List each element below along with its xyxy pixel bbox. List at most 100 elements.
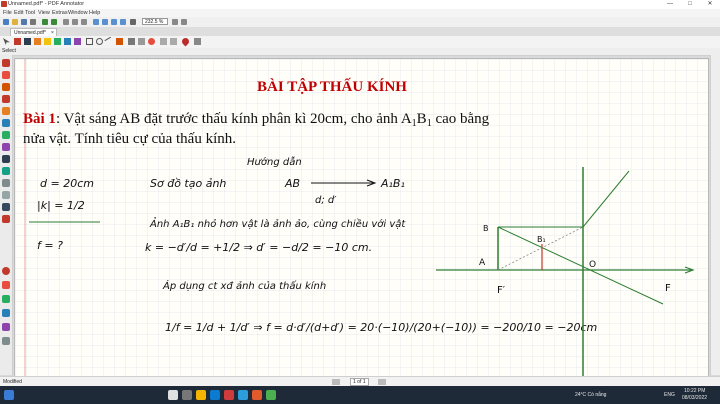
pdf-annotator-icon[interactable] (224, 390, 234, 400)
pen-green-icon[interactable] (54, 38, 61, 45)
prev-page-button[interactable] (332, 379, 340, 385)
right-scroll-rail[interactable] (710, 55, 720, 375)
zoom-level-field[interactable]: 232.5 % (142, 18, 168, 25)
problem-line-2: nửa vật. Tính tiêu cự của thấu kính. (23, 131, 236, 147)
fit-page-icon[interactable] (181, 19, 187, 25)
menu-extras[interactable]: Extras (52, 10, 68, 16)
info-side-icon[interactable] (2, 309, 10, 317)
pen-side-icon[interactable] (2, 71, 10, 79)
maximize-button[interactable]: □ (680, 0, 700, 9)
redo-icon[interactable] (51, 19, 57, 25)
pen-orange-icon[interactable] (34, 38, 41, 45)
lens-formula: 1/f = 1/d + 1/d′ ⇒ f = d·d′/(d+d′) = 20·… (165, 321, 597, 334)
document-page[interactable]: BÀI TẬP THẤU KÍNH Bài 1: Vật sáng AB đặt… (14, 58, 709, 378)
question-side-icon[interactable] (2, 323, 10, 331)
find-f: f = ? (37, 239, 63, 252)
clock-time[interactable]: 10:22 PM (684, 388, 705, 394)
eraser-icon[interactable] (116, 38, 123, 45)
eraser-side-icon[interactable] (2, 179, 10, 187)
zoom-icon[interactable] (130, 19, 136, 25)
prev-page-icon[interactable] (102, 19, 108, 25)
language-indicator[interactable]: ENG (664, 392, 675, 398)
first-page-icon[interactable] (93, 19, 99, 25)
menu-help[interactable]: Help (89, 10, 100, 16)
store-icon[interactable] (238, 390, 248, 400)
line-tool-icon[interactable] (104, 36, 115, 48)
page-indicator[interactable]: 1 of 1 (350, 378, 369, 386)
stamp-icon[interactable] (138, 38, 145, 45)
current-tool-label: Select (2, 48, 16, 54)
os-taskbar: 24°C Có nắng ENG 10:22 PM 08/03/2022 (0, 386, 720, 404)
problem-text-b: B (417, 111, 427, 127)
check-side-icon[interactable] (2, 295, 10, 303)
text-side-icon[interactable] (2, 203, 10, 211)
green-pen-side-icon[interactable] (2, 131, 10, 139)
menu-file[interactable]: File (3, 10, 12, 16)
paste-icon[interactable] (81, 19, 87, 25)
link-icon[interactable] (170, 38, 177, 45)
k-step: k = −d′/d = +1/2 ⇒ d′ = −d/2 = −10 cm. (145, 241, 372, 254)
new-icon[interactable] (3, 19, 9, 25)
shape-side-icon[interactable] (2, 191, 10, 199)
copy-icon[interactable] (72, 19, 78, 25)
menu-edit[interactable]: Edit (14, 10, 23, 16)
rectangle-tool-icon[interactable] (86, 38, 93, 45)
next-page-button[interactable] (378, 379, 386, 385)
pen-black-icon[interactable] (24, 38, 31, 45)
open-icon[interactable] (12, 19, 18, 25)
teal-pen-side-icon[interactable] (2, 167, 10, 175)
blue-pen-side-icon[interactable] (2, 119, 10, 127)
save-icon[interactable] (21, 19, 27, 25)
pen-red-icon[interactable] (14, 38, 21, 45)
label-b1: B₁ (537, 235, 546, 244)
select-cursor-icon[interactable] (3, 38, 10, 45)
cut-icon[interactable] (63, 19, 69, 25)
scheme-a1b1: A₁B₁ (380, 177, 405, 190)
favorite-icon[interactable] (180, 36, 191, 47)
menu-bar: File Edit Tool View Extras Window Help (0, 9, 720, 17)
office-icon[interactable] (252, 390, 262, 400)
page-content-canvas: BÀI TẬP THẤU KÍNH Bài 1: Vật sáng AB đặt… (15, 59, 708, 377)
minimize-button[interactable]: — (660, 0, 680, 9)
red-pen-side-icon[interactable] (2, 59, 10, 67)
fit-width-icon[interactable] (172, 19, 178, 25)
black-pen-side-icon[interactable] (2, 155, 10, 163)
close-button[interactable]: ✕ (700, 0, 720, 9)
left-tool-rail (0, 55, 13, 375)
weather-status[interactable]: 24°C Có nắng (575, 392, 606, 398)
clock-date[interactable]: 08/03/2022 (682, 395, 707, 401)
app-icon (1, 1, 7, 7)
tag-side-icon[interactable] (2, 337, 10, 345)
highlighter-icon[interactable] (44, 38, 51, 45)
ellipse-tool-icon[interactable] (96, 38, 103, 45)
image-icon[interactable] (160, 38, 167, 45)
problem-label: Bài 1 (23, 111, 56, 127)
label-a: A (479, 258, 486, 268)
menu-window[interactable]: Window (68, 10, 88, 16)
search-icon[interactable] (168, 390, 178, 400)
menu-tool[interactable]: Tool (25, 10, 35, 16)
last-page-icon[interactable] (120, 19, 126, 25)
bookmark-side-icon[interactable] (2, 281, 10, 289)
more-tools-icon[interactable] (194, 38, 201, 45)
purple-pen-side-icon[interactable] (2, 143, 10, 151)
print-icon[interactable] (30, 19, 36, 25)
menu-view[interactable]: View (38, 10, 50, 16)
pen-blue-icon[interactable] (64, 38, 71, 45)
highlighter-side-icon[interactable] (2, 107, 10, 115)
next-page-icon[interactable] (111, 19, 117, 25)
pen-purple-icon[interactable] (74, 38, 81, 45)
pen-thin-side-icon[interactable] (2, 95, 10, 103)
undo-icon[interactable] (42, 19, 48, 25)
start-icon[interactable] (4, 390, 14, 400)
task-view-icon[interactable] (182, 390, 192, 400)
marker-side-icon[interactable] (2, 83, 10, 91)
stamp-side-icon[interactable] (2, 215, 10, 223)
text-tool-icon[interactable] (128, 38, 135, 45)
edge-icon[interactable] (210, 390, 220, 400)
app-green-icon[interactable] (266, 390, 276, 400)
file-explorer-icon[interactable] (196, 390, 206, 400)
label-b: B (483, 224, 489, 233)
record-icon[interactable] (148, 38, 155, 45)
heart-side-icon[interactable] (2, 267, 10, 275)
